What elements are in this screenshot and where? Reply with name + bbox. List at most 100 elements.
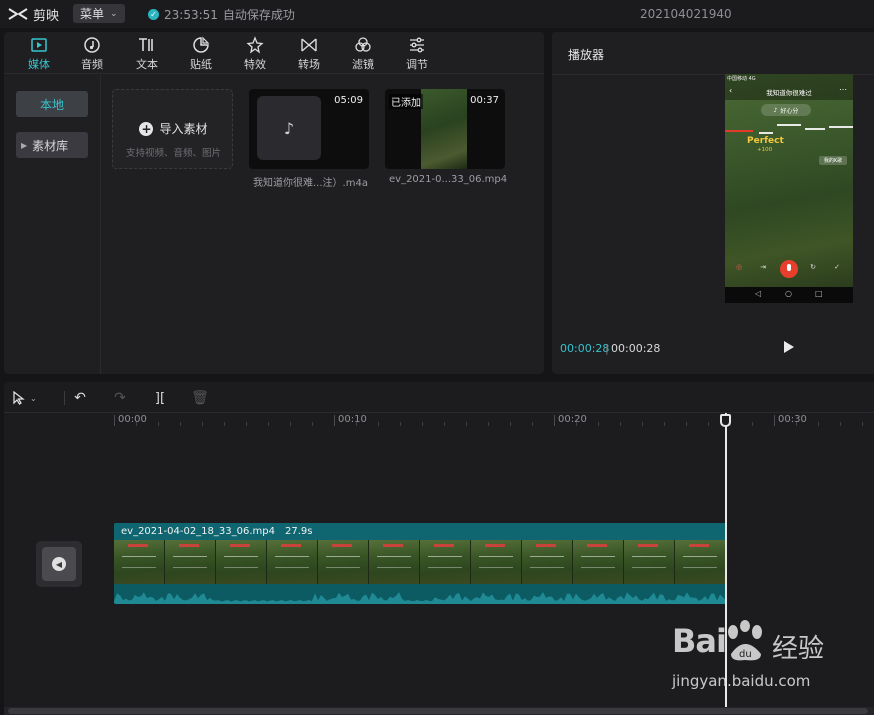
ruler-tick — [268, 422, 269, 426]
check-icon: ✓ — [834, 263, 840, 271]
ruler-label: 00:30 — [778, 414, 807, 425]
clip-header: ev_2021-04-02_18_33_06.mp4 27.9s — [114, 523, 726, 540]
tab-transition[interactable]: 转场 — [284, 36, 334, 72]
ruler-tick — [290, 422, 291, 426]
timeline-toolbar: ⌄ ↶ ↷ ][ 🗑 — [4, 382, 874, 413]
tab-media[interactable]: 媒体 — [14, 36, 64, 72]
tab-label: 媒体 — [28, 58, 50, 71]
import-label: 导入素材 — [159, 122, 208, 136]
watermark-product: 经验 — [772, 634, 825, 664]
time-separator: | — [605, 342, 609, 355]
play-button[interactable] — [781, 338, 797, 356]
clip-name: ev_2021-04-02_18_33_06.mp4 — [121, 526, 275, 537]
watermark-brand: Bai — [672, 622, 727, 660]
refresh-icon: ↻ — [810, 263, 816, 271]
ruler-tick — [708, 422, 709, 426]
ruler-tick — [686, 422, 687, 426]
ruler-label: 00:20 — [558, 414, 587, 425]
split-button[interactable]: ][ — [150, 388, 170, 408]
phone-nav-bar: ◁ ○ □ — [725, 287, 853, 303]
pitch-bar — [777, 124, 801, 126]
media-sidebar: 本地 ▶ 素材库 — [4, 75, 101, 374]
undo-icon: ↶ — [74, 390, 86, 406]
clip-thumbnail — [216, 540, 267, 584]
ruler-tick — [202, 422, 203, 426]
lyric-pill: ♪ 好心分 — [761, 104, 811, 116]
ruler-tick — [598, 422, 599, 426]
nav-home-icon: ○ — [785, 289, 792, 298]
music-note-icon: ♪ — [257, 96, 321, 160]
import-media-button[interactable]: + 导入素材 支持视频、音频、图片 — [112, 89, 233, 169]
tab-effects[interactable]: 特效 — [230, 36, 280, 72]
media-panel: 媒体 音频 文本 贴纸 特效 转场 滤镜 调节 本地 ▶ 素材库 + 导入素材 … — [4, 32, 544, 374]
pitch-bar — [725, 130, 753, 132]
ruler-tick — [136, 422, 137, 426]
select-tool-button[interactable]: ⌄ — [10, 388, 50, 408]
song-title: 我知道你很难过 — [766, 89, 812, 97]
cursor-icon — [13, 391, 25, 405]
track-mute-button[interactable]: ◀ — [36, 541, 82, 587]
tab-sticker[interactable]: 贴纸 — [176, 36, 226, 72]
clip-name: 我知道你很难...注）.m4a — [253, 178, 368, 189]
video-preview[interactable]: 中国移动 4G ‹ 我知道你很难过 ⋯ ♪ 好心分 Perfect +100 我… — [725, 74, 853, 303]
baidu-paw-icon: du — [728, 620, 762, 661]
timeline-scrollbar[interactable] — [4, 707, 874, 715]
plus-icon: + — [139, 121, 154, 136]
import-hint: 支持视频、音频、图片 — [125, 148, 221, 159]
sidebar-item-label: 素材库 — [32, 138, 69, 153]
save-status: ✓ 23:53:51 自动保存成功 — [148, 6, 295, 23]
playhead-handle[interactable] — [720, 414, 731, 427]
redo-button[interactable]: ↷ — [110, 388, 130, 408]
media-clip-audio[interactable]: ♪ 05:09 — [249, 89, 369, 169]
transition-icon — [299, 36, 319, 54]
baidu-watermark: Bai du 经验 jingyan.baidu.com — [668, 620, 868, 695]
ruler-tick — [444, 422, 445, 426]
clip-thumbnail — [114, 540, 165, 584]
ruler-tick — [356, 422, 357, 426]
phone-status-bar: 中国移动 4G — [727, 76, 756, 82]
trash-icon: 🗑 — [191, 390, 209, 406]
clip-duration: 27.9s — [285, 526, 313, 537]
save-time: 23:53:51 — [164, 7, 218, 22]
undo-button[interactable]: ↶ — [70, 388, 90, 408]
ruler-tick — [818, 422, 819, 426]
clip-thumbnail — [573, 540, 624, 584]
delete-button[interactable]: 🗑 — [190, 388, 210, 408]
lyric-pill-text: 好心分 — [780, 107, 799, 115]
media-clip-video[interactable]: 已添加 00:37 — [385, 89, 505, 169]
ruler-tick — [246, 422, 247, 426]
ruler-tick — [576, 422, 577, 426]
tab-filter[interactable]: 滤镜 — [338, 36, 388, 72]
tab-label: 转场 — [298, 58, 320, 71]
clip-thumbnail — [318, 540, 369, 584]
save-status-text: 自动保存成功 — [222, 8, 295, 22]
clip-thumbnail — [165, 540, 216, 584]
time-ruler[interactable]: 00:00 00:10 00:20 00:30 — [4, 413, 874, 429]
player-panel: 播放器 中国移动 4G ‹ 我知道你很难过 ⋯ ♪ 好心分 Perfect +1… — [552, 32, 874, 374]
tab-audio[interactable]: 音频 — [67, 36, 117, 72]
text-icon — [137, 36, 157, 54]
clip-thumbnail — [267, 540, 318, 584]
split-icon: ][ — [154, 390, 166, 406]
caret-right-icon: ▶ — [21, 140, 28, 150]
adjust-icon — [407, 36, 427, 54]
menu-button[interactable]: 菜单 ⌄ — [73, 4, 125, 23]
clip-thumbnail — [522, 540, 573, 584]
waveform-path — [114, 592, 726, 604]
ruler-tick — [862, 422, 863, 426]
scrollbar-thumb[interactable] — [8, 708, 868, 714]
tab-text[interactable]: 文本 — [122, 36, 172, 72]
more-icon: ⋯ — [839, 85, 847, 94]
timeline-video-clip[interactable]: ev_2021-04-02_18_33_06.mp4 27.9s — [114, 523, 726, 604]
tab-adjust[interactable]: 调节 — [392, 36, 442, 72]
ruler-tick — [466, 422, 467, 426]
pitch-bar — [759, 132, 773, 134]
ruler-tick — [796, 422, 797, 426]
watermark-brand-suffix: du — [739, 649, 752, 660]
sidebar-item-local[interactable]: 本地 — [16, 91, 88, 117]
ruler-tick — [840, 422, 841, 426]
ruler-label: 00:00 — [118, 414, 147, 425]
video-thumbnail — [421, 89, 467, 169]
watermark-brand-text: Bai — [672, 622, 727, 660]
sidebar-item-library[interactable]: ▶ 素材库 — [16, 132, 88, 158]
